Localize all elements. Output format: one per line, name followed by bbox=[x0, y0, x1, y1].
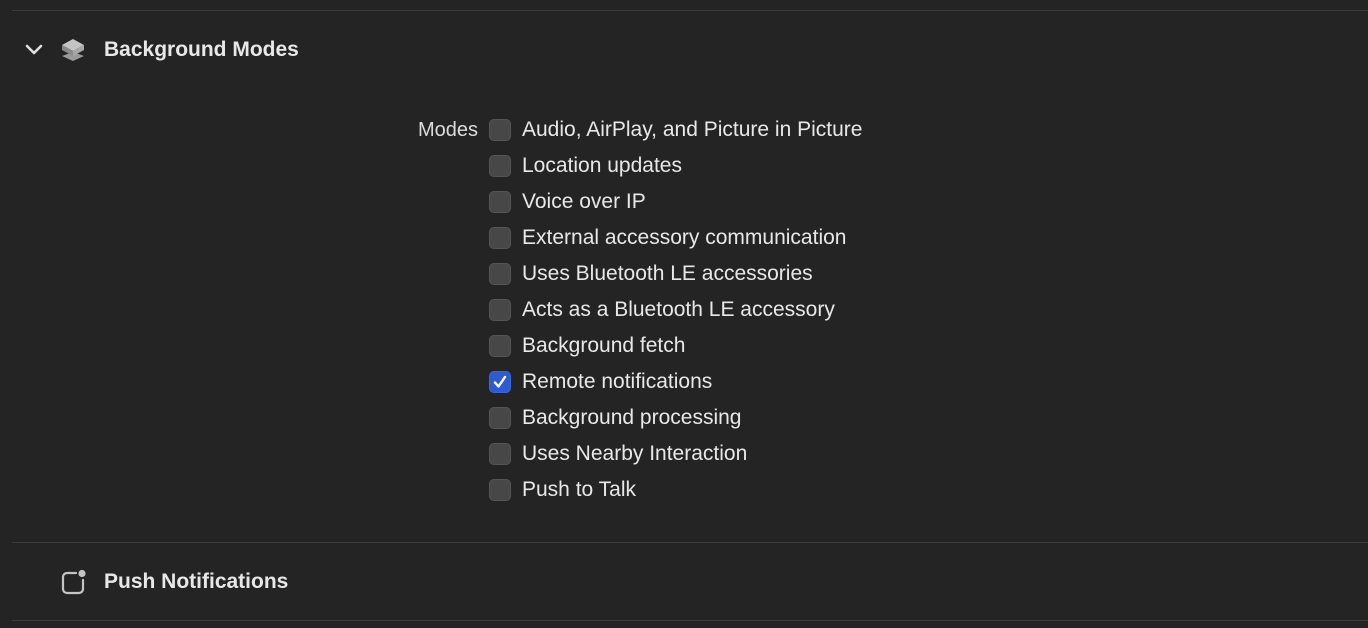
mode-item[interactable]: Push to Talk bbox=[489, 472, 862, 508]
mode-item[interactable]: Uses Nearby Interaction bbox=[489, 436, 862, 472]
checkbox[interactable] bbox=[489, 371, 511, 393]
mode-item[interactable]: Acts as a Bluetooth LE accessory bbox=[489, 292, 862, 328]
mode-item[interactable]: Background fetch bbox=[489, 328, 862, 364]
section-title: Background Modes bbox=[104, 38, 299, 61]
modes-label: Modes bbox=[417, 119, 478, 141]
mode-item[interactable]: Voice over IP bbox=[489, 184, 862, 220]
background-modes-header[interactable]: Background Modes bbox=[0, 30, 400, 70]
checkbox[interactable] bbox=[489, 119, 511, 141]
mode-item[interactable]: Location updates bbox=[489, 148, 862, 184]
checkbox[interactable] bbox=[489, 155, 511, 177]
checkbox[interactable] bbox=[489, 407, 511, 429]
mode-item[interactable]: Uses Bluetooth LE accessories bbox=[489, 256, 862, 292]
mode-label: Uses Nearby Interaction bbox=[522, 442, 748, 465]
checkbox[interactable] bbox=[489, 443, 511, 465]
notification-badge-icon bbox=[58, 567, 88, 597]
checkbox[interactable] bbox=[489, 479, 511, 501]
checkbox[interactable] bbox=[489, 227, 511, 249]
mode-label: Remote notifications bbox=[522, 370, 713, 393]
mode-label: Background fetch bbox=[522, 334, 686, 357]
checkbox[interactable] bbox=[489, 299, 511, 321]
mode-label: Location updates bbox=[522, 154, 682, 177]
mode-label: Push to Talk bbox=[522, 478, 637, 501]
top-divider bbox=[12, 10, 1368, 11]
mode-item[interactable]: Audio, AirPlay, and Picture in Picture bbox=[489, 112, 862, 148]
checkbox[interactable] bbox=[489, 335, 511, 357]
mode-label: Uses Bluetooth LE accessories bbox=[522, 262, 813, 285]
section-title: Push Notifications bbox=[104, 570, 289, 593]
mode-label: External accessory communication bbox=[522, 226, 847, 249]
mode-item[interactable]: Remote notifications bbox=[489, 364, 862, 400]
mode-label: Background processing bbox=[522, 406, 742, 429]
checkbox[interactable] bbox=[489, 263, 511, 285]
section-divider bbox=[12, 542, 1368, 543]
layers-icon bbox=[58, 35, 88, 65]
push-notifications-header[interactable]: Push Notifications bbox=[0, 562, 400, 602]
mode-label: Acts as a Bluetooth LE accessory bbox=[522, 298, 835, 321]
mode-label: Audio, AirPlay, and Picture in Picture bbox=[522, 118, 863, 141]
chevron-down-icon[interactable] bbox=[22, 38, 46, 62]
checkbox[interactable] bbox=[489, 191, 511, 213]
mode-label: Voice over IP bbox=[522, 190, 646, 213]
mode-item[interactable]: External accessory communication bbox=[489, 220, 862, 256]
modes-list: Audio, AirPlay, and Picture in Picture L… bbox=[489, 112, 862, 508]
mode-item[interactable]: Background processing bbox=[489, 400, 862, 436]
bottom-divider bbox=[12, 620, 1368, 621]
